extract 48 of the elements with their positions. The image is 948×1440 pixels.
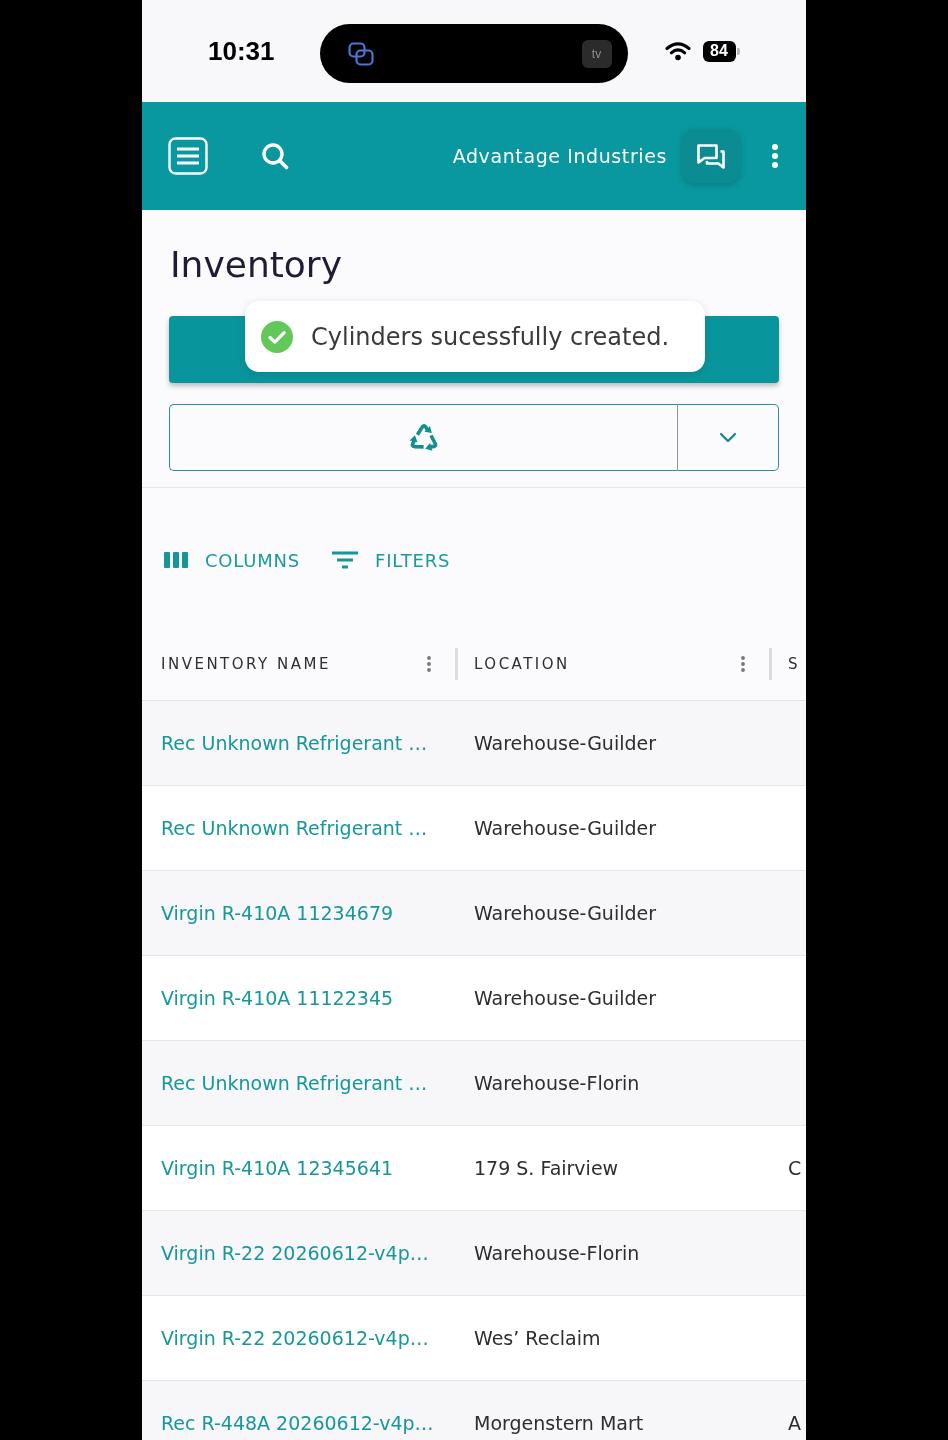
table-row[interactable]: Rec Unknown Refrigerant … Warehouse-Guilder	[142, 786, 806, 871]
chevron-down-icon	[719, 432, 737, 443]
dropdown-toggle-button[interactable]	[678, 404, 779, 471]
column-header[interactable]: S	[788, 654, 801, 673]
inventory-name-link[interactable]: Virgin R-410A 11122345	[161, 987, 394, 1009]
column-header[interactable]: LOCATION	[474, 654, 570, 673]
chat-button[interactable]	[682, 129, 740, 183]
recycle-button[interactable]	[169, 404, 678, 471]
column-menu-icon[interactable]	[426, 654, 432, 673]
location-cell: Warehouse-Guilder	[474, 732, 657, 754]
tv-badge: tv	[581, 39, 612, 68]
menu-icon[interactable]	[168, 137, 208, 175]
chat-icon	[696, 142, 726, 170]
location-cell: Warehouse-Guilder	[474, 987, 657, 1009]
more-options-icon[interactable]	[771, 143, 779, 169]
inventory-name-link[interactable]: Virgin R-22 20260612-v4p…	[161, 1327, 429, 1349]
table-row[interactable]: Virgin R-410A 11234679 Warehouse-Guilder	[142, 871, 806, 956]
table-row[interactable]: Rec Unknown Refrigerant … Warehouse-Guilder	[142, 701, 806, 786]
status-time: 10:31	[208, 35, 275, 67]
location-cell: Warehouse-Guilder	[474, 817, 657, 839]
location-cell: Warehouse-Florin	[474, 1072, 640, 1094]
location-cell: Morgenstern Mart	[474, 1412, 644, 1434]
table-cell: A	[788, 1412, 801, 1434]
wifi-icon	[664, 41, 691, 61]
location-cell: Warehouse-Guilder	[474, 902, 657, 924]
inventory-name-link[interactable]: Rec Unknown Refrigerant …	[161, 817, 428, 839]
table-row[interactable]: Rec Unknown Refrigerant … Warehouse-Florin	[142, 1041, 806, 1126]
organization-name: Advantage Industries	[452, 145, 667, 167]
table-cell: C	[788, 1157, 802, 1179]
filter-icon	[332, 551, 359, 569]
column-header[interactable]: INVENTORY NAME	[161, 654, 331, 673]
check-circle-icon	[261, 320, 293, 353]
table-row[interactable]: Virgin R-410A 12345641 179 S. Fairview C	[142, 1126, 806, 1211]
overlapping-squares-icon	[347, 41, 374, 66]
location-cell: Wes’ Reclaim	[474, 1327, 601, 1349]
search-icon[interactable]	[261, 142, 289, 170]
table-row[interactable]: Virgin R-22 20260612-v4p… Warehouse-Florin	[142, 1211, 806, 1296]
toast-message: Cylinders sucessfully created.	[311, 322, 670, 351]
battery-indicator: 84	[702, 40, 740, 62]
location-cell: 179 S. Fairview	[474, 1157, 619, 1179]
column-menu-icon[interactable]	[740, 654, 746, 673]
inventory-name-link[interactable]: Virgin R-410A 12345641	[161, 1157, 394, 1179]
table-row[interactable]: Virgin R-410A 11122345 Warehouse-Guilder	[142, 956, 806, 1041]
columns-icon	[164, 551, 188, 569]
page-title: Inventory	[170, 243, 342, 287]
table-row[interactable]: Rec R-448A 20260612-v4p… Morgenstern Mart A	[142, 1381, 806, 1440]
table-row[interactable]: Virgin R-22 20260612-v4p… Wes’ Reclaim	[142, 1296, 806, 1381]
location-cell: Warehouse-Florin	[474, 1242, 640, 1264]
